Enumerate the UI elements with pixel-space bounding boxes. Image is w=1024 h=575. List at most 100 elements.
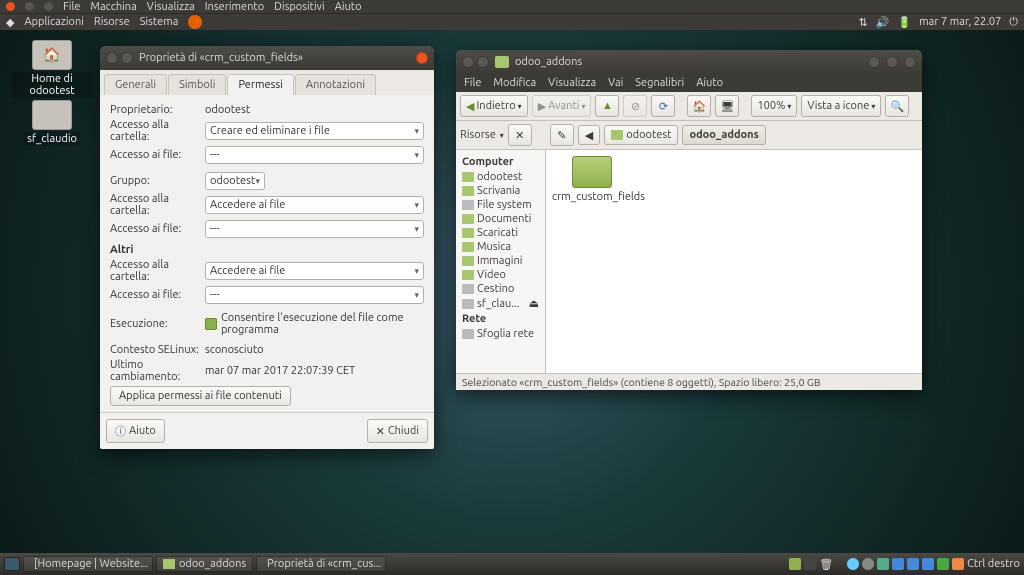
menu-visualizza[interactable]: Visualizza (548, 77, 596, 89)
sistema-menu[interactable]: Sistema (140, 16, 179, 28)
sidebar-item[interactable]: Musica (458, 240, 543, 254)
network-icon (462, 329, 474, 339)
tray-usb-icon[interactable] (877, 558, 889, 570)
execute-checkbox[interactable] (205, 318, 217, 330)
gnome-panel[interactable]: ◆ Applicazioni Risorse Sistema ⇅ 🔊 🔋 mar… (0, 14, 1024, 30)
titlebar[interactable]: Proprietà di «crm_custom_fields» (100, 46, 434, 70)
ubuntu-logo-icon[interactable]: ◆ (6, 16, 14, 29)
tab-annotazioni[interactable]: Annotazioni (295, 74, 376, 95)
path-close-button[interactable]: ✕ (508, 124, 532, 146)
up-button[interactable]: ▲ (595, 95, 619, 117)
sidebar-item[interactable]: Cestino (458, 282, 543, 296)
tray-display-icon[interactable] (907, 558, 919, 570)
task-item-props[interactable]: Proprietà di «crm_cus... (256, 556, 386, 572)
menu-file[interactable]: File (63, 1, 80, 13)
combo-folder-other[interactable]: Accedere ai file▾ (205, 262, 424, 280)
clock[interactable]: mar 7 mar, 22.07 (919, 16, 1001, 28)
folder-item-crm[interactable]: crm_custom_fields (552, 156, 632, 203)
window-maximize-icon[interactable] (121, 52, 133, 64)
sidebar-item[interactable]: odootest (458, 170, 543, 184)
desktop-home-icon[interactable]: Home di odootest (12, 40, 92, 98)
content-area[interactable]: crm_custom_fields (546, 150, 922, 373)
network-icon[interactable]: ⇅ (859, 16, 868, 29)
zoom-display[interactable]: 100%▾ (751, 95, 797, 117)
tray-mouse-icon[interactable] (952, 558, 964, 570)
tab-simboli[interactable]: Simboli (168, 74, 226, 95)
eject-icon[interactable]: ⏏ (529, 297, 539, 310)
menu-file[interactable]: File (464, 77, 481, 89)
host-max-icon[interactable] (44, 2, 53, 11)
task-item-firefox[interactable]: [Homepage | Website... (23, 556, 153, 572)
close-button[interactable]: ✕Chiudi (367, 419, 428, 443)
window-close-icon[interactable] (904, 56, 916, 68)
tray-icon[interactable] (847, 558, 859, 570)
menu-inserimento[interactable]: Inserimento (205, 1, 264, 13)
combo-group[interactable]: odootest▾ (205, 172, 265, 190)
path-back-seg[interactable]: ◀ (578, 125, 600, 145)
combo-folder-owner[interactable]: Creare ed eliminare i file▾ (205, 122, 424, 140)
combo-file-other[interactable]: ---▾ (205, 286, 424, 304)
stop-icon: ⊘ (631, 100, 640, 113)
apps-menu[interactable]: Applicazioni (24, 16, 83, 28)
menu-aiuto[interactable]: Aiuto (696, 77, 723, 89)
apply-permissions-button[interactable]: Applica permessi ai file contenuti (110, 386, 291, 406)
menu-visualizza[interactable]: Visualizza (147, 1, 195, 13)
bottom-panel[interactable]: [Homepage | Website... odoo_addons Propr… (0, 553, 1024, 575)
power-icon[interactable]: ⏻ (1009, 16, 1018, 29)
back-button[interactable]: ◀Indietro▾ (460, 95, 528, 117)
sidebar-item[interactable]: Documenti (458, 212, 543, 226)
combo-file-owner[interactable]: ---▾ (205, 146, 424, 164)
sidebar-item[interactable]: File system (458, 198, 543, 212)
home-button[interactable]: 🏠 (687, 95, 711, 117)
tray-net-icon[interactable] (922, 558, 934, 570)
window-max2-icon[interactable] (886, 56, 898, 68)
tab-permessi[interactable]: Permessi (227, 74, 293, 95)
path-seg-odootest[interactable]: odootest (604, 125, 678, 145)
workspace-indicator-icon[interactable] (789, 558, 801, 570)
trash-icon[interactable]: 🗑 (819, 558, 833, 571)
window-min2-icon[interactable] (868, 56, 880, 68)
host-min-icon[interactable] (25, 2, 34, 11)
firefox-icon[interactable] (188, 15, 202, 29)
menu-aiuto[interactable]: Aiuto (335, 1, 362, 13)
titlebar[interactable]: odoo_addons (456, 50, 922, 74)
workspace-indicator-icon[interactable] (804, 558, 816, 570)
menu-segnalibri[interactable]: Segnalibri (635, 77, 684, 89)
menu-macchina[interactable]: Macchina (90, 1, 136, 13)
sidebar-item[interactable]: Scrivania (458, 184, 543, 198)
sidebar-item[interactable]: Scaricati (458, 226, 543, 240)
menu-modifica[interactable]: Modifica (493, 77, 536, 89)
window-minimize-icon[interactable] (462, 56, 474, 68)
tray-sync-icon[interactable] (937, 558, 949, 570)
menu-vai[interactable]: Vai (608, 77, 623, 89)
sidebar-item[interactable]: Sfoglia rete (458, 327, 543, 341)
tray-shared-icon[interactable] (892, 558, 904, 570)
combo-file-group[interactable]: ---▾ (205, 220, 424, 238)
computer-button[interactable]: 🖥 (715, 95, 739, 117)
chevron-down-icon[interactable]: ▾ (500, 131, 504, 140)
combo-folder-group[interactable]: Accedere ai file▾ (205, 196, 424, 214)
tray-cd-icon[interactable] (862, 558, 874, 570)
path-edit-button[interactable]: ✎ (550, 124, 574, 146)
sidebar-item[interactable]: Immagini (458, 254, 543, 268)
reload-button[interactable]: ⟳ (651, 95, 675, 117)
path-seg-odoo-addons[interactable]: odoo_addons (682, 125, 765, 145)
host-close-icon[interactable] (6, 2, 15, 11)
search-button[interactable]: 🔍 (885, 95, 909, 117)
risorse-menu[interactable]: Risorse (94, 16, 130, 28)
view-mode-combo[interactable]: Vista a icone▾ (801, 95, 881, 117)
sidebar-item[interactable]: sf_clau...⏏ (458, 296, 543, 311)
host-menubar[interactable]: File Macchina Visualizza Inserimento Dis… (0, 0, 1024, 14)
sidebar-item[interactable]: Video (458, 268, 543, 282)
window-minimize-icon[interactable] (106, 52, 118, 64)
sound-icon[interactable]: 🔊 (876, 16, 890, 29)
window-maximize-icon[interactable] (477, 56, 489, 68)
help-button[interactable]: ⓘAiuto (106, 419, 165, 443)
window-close-icon[interactable] (416, 52, 428, 64)
tab-generali[interactable]: Generali (104, 74, 167, 95)
show-desktop-icon[interactable] (4, 557, 20, 571)
desktop-sf-icon[interactable]: sf_claudio (12, 100, 92, 146)
menu-dispositivi[interactable]: Dispositivi (274, 1, 325, 13)
battery-icon[interactable]: 🔋 (897, 16, 911, 29)
task-item-nautilus[interactable]: odoo_addons (156, 556, 253, 572)
